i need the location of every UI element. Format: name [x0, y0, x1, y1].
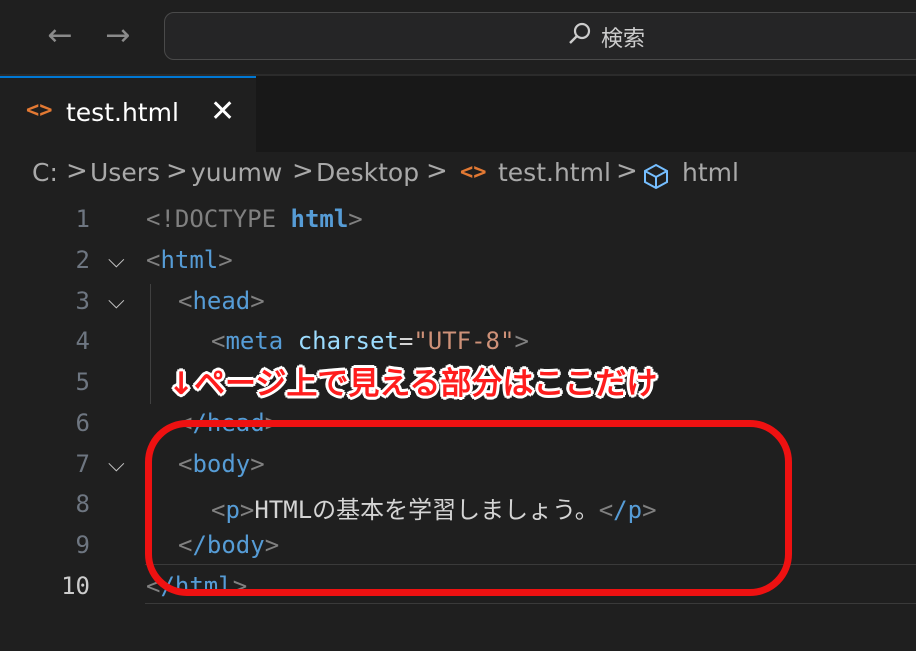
code-editor[interactable]: 1 2 3 4 5 6 7 8 9 10 ⌵ ⌵ ⌵ <!DOCTYPE htm… [0, 200, 916, 651]
close-icon[interactable]: ✕ [210, 94, 235, 129]
breadcrumb-item[interactable]: yuumw [191, 158, 282, 187]
breadcrumb-item[interactable]: Desktop [316, 158, 419, 187]
code-line-1: <!DOCTYPE html> [146, 205, 363, 233]
tab-test-html[interactable]: <> test.html ✕ [0, 76, 256, 152]
title-bar: ← → 検索 [0, 0, 916, 74]
annotation-highlight-box [145, 420, 792, 596]
command-center-search[interactable]: 検索 [164, 12, 916, 60]
chevron-right-icon: > [292, 156, 314, 186]
breadcrumb-item[interactable]: Users [90, 158, 160, 187]
line-number: 4 [75, 327, 90, 355]
breadcrumb: C: > Users > yuumw > Desktop > <> test.h… [0, 152, 916, 200]
line-number: 3 [75, 287, 90, 315]
chevron-down-icon[interactable]: ⌵ [108, 289, 125, 314]
line-number: 1 [75, 205, 90, 233]
breadcrumb-item[interactable]: html [682, 158, 739, 187]
search-icon [567, 21, 593, 53]
code-line-3: <head> [178, 287, 265, 315]
line-number: 8 [75, 490, 90, 518]
chevron-right-icon: > [616, 156, 638, 186]
tab-bar: <> test.html ✕ [0, 76, 916, 152]
indent-guide [150, 284, 151, 404]
line-number: 6 [75, 409, 90, 437]
tab-label: test.html [66, 98, 179, 127]
search-placeholder: 検索 [601, 27, 646, 52]
chevron-right-icon: > [166, 156, 188, 186]
html-file-icon: <> [26, 98, 53, 123]
cube-icon [642, 162, 670, 196]
line-number: 5 [75, 368, 90, 396]
line-number: 9 [75, 531, 90, 559]
html-file-icon: <> [460, 160, 487, 185]
chevron-right-icon: > [66, 156, 88, 186]
annotation-label: ↓ページ上で見える部分はここだけ [168, 366, 658, 402]
chevron-right-icon: > [426, 156, 448, 186]
line-number-current: 10 [61, 572, 90, 600]
chevron-down-icon[interactable]: ⌵ [108, 452, 125, 477]
line-number: 2 [75, 246, 90, 274]
code-line-2: <html> [146, 246, 233, 274]
chevron-down-icon[interactable]: ⌵ [108, 248, 125, 273]
arrow-left-icon[interactable]: ← [44, 20, 76, 52]
breadcrumb-item[interactable]: C: [32, 158, 58, 187]
breadcrumb-item[interactable]: test.html [498, 158, 611, 187]
code-line-4: <meta charset="UTF-8"> [211, 327, 529, 355]
arrow-right-icon[interactable]: → [102, 20, 134, 52]
line-number: 7 [75, 450, 90, 478]
